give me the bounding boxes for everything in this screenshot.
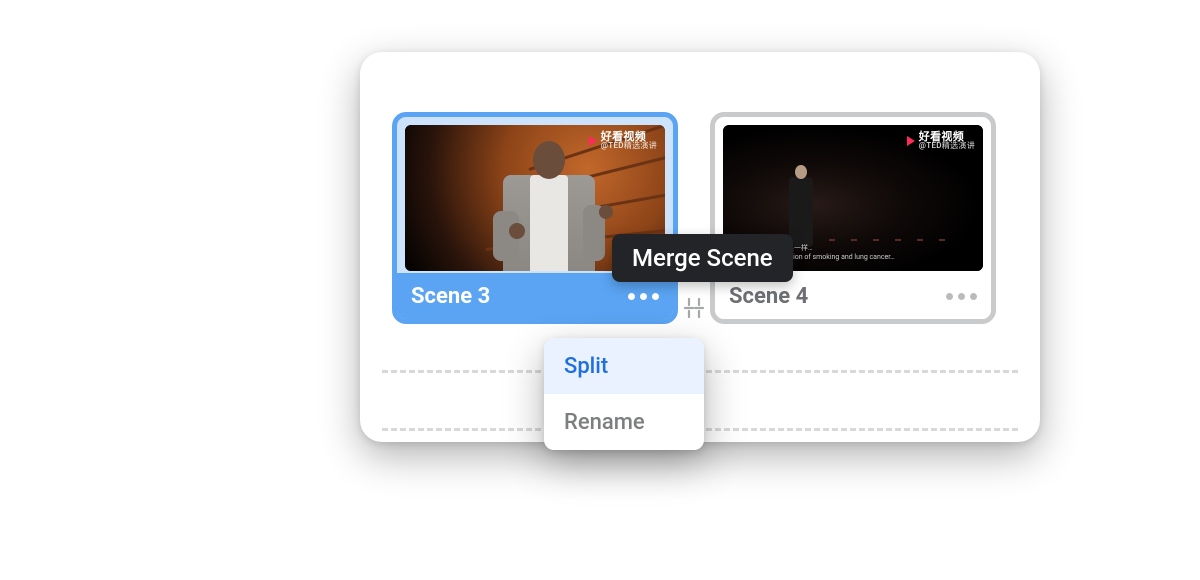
- scenes-row: 好看视频 @TED精选演讲 Scene 3: [392, 112, 1008, 324]
- merge-tooltip: Merge Scene: [612, 234, 793, 282]
- more-options-icon[interactable]: [946, 293, 977, 300]
- menu-item-split[interactable]: Split: [544, 338, 704, 394]
- scene-context-menu[interactable]: Split Rename: [544, 338, 704, 450]
- more-options-icon[interactable]: [628, 293, 659, 300]
- scene-label: Scene 4: [729, 284, 808, 309]
- merge-handle-icon[interactable]: [682, 296, 706, 320]
- play-triangle-icon: [907, 136, 915, 146]
- scene-card-4[interactable]: 好看视频 @TED精选演讲 吸烟导致肺癌的关系一样… as with the a…: [710, 112, 996, 324]
- speaker-figure: [783, 165, 819, 245]
- scene-card-3[interactable]: 好看视频 @TED精选演讲 Scene 3: [392, 112, 678, 324]
- speaker-figure: [465, 133, 625, 271]
- menu-item-rename[interactable]: Rename: [544, 394, 704, 450]
- scene-label: Scene 3: [411, 284, 490, 309]
- logo-text-bot: @TED精选演讲: [919, 142, 975, 150]
- video-source-logo: 好看视频 @TED精选演讲: [907, 131, 975, 150]
